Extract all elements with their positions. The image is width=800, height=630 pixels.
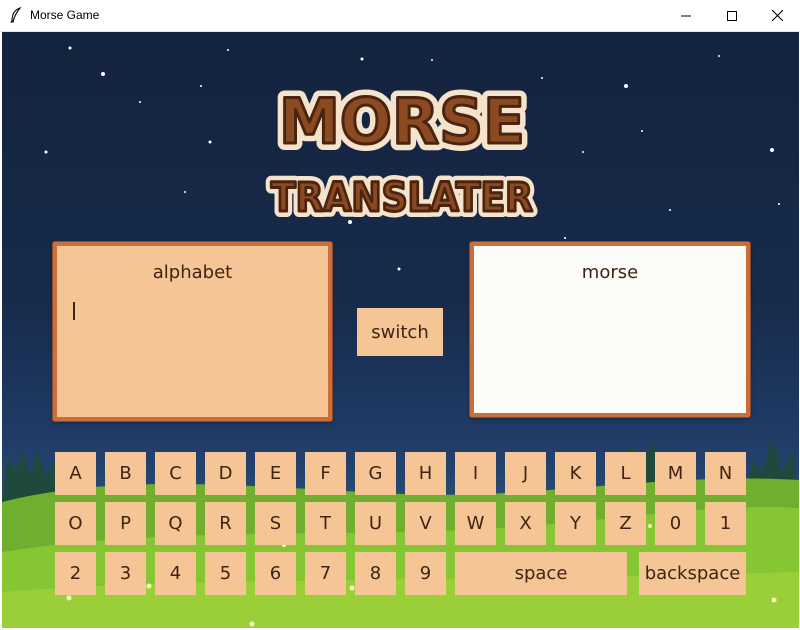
logo-line1: MORSE — [279, 85, 525, 158]
key-a[interactable]: A — [55, 452, 96, 495]
key-x[interactable]: X — [505, 502, 546, 545]
key-7[interactable]: 7 — [305, 552, 346, 595]
logo-line2: TRANSLATER — [271, 175, 533, 221]
space-key[interactable]: space — [455, 552, 627, 595]
key-c[interactable]: C — [155, 452, 196, 495]
text-cursor — [73, 302, 75, 320]
key-z[interactable]: Z — [605, 502, 646, 545]
key-f[interactable]: F — [305, 452, 346, 495]
alphabet-input-panel[interactable]: alphabet — [53, 242, 332, 421]
key-h[interactable]: H — [405, 452, 446, 495]
key-d[interactable]: D — [205, 452, 246, 495]
key-o[interactable]: O — [55, 502, 96, 545]
key-8[interactable]: 8 — [355, 552, 396, 595]
feather-icon — [10, 7, 22, 23]
key-1[interactable]: 1 — [705, 502, 746, 545]
switch-button[interactable]: switch — [357, 308, 443, 356]
key-g[interactable]: G — [355, 452, 396, 495]
maximize-button[interactable] — [709, 0, 755, 31]
key-t[interactable]: T — [305, 502, 346, 545]
minimize-icon — [681, 15, 691, 16]
backspace-key[interactable]: backspace — [639, 552, 746, 595]
key-j[interactable]: J — [505, 452, 546, 495]
key-5[interactable]: 5 — [205, 552, 246, 595]
key-m[interactable]: M — [655, 452, 696, 495]
key-k[interactable]: K — [555, 452, 596, 495]
key-v[interactable]: V — [405, 502, 446, 545]
key-2[interactable]: 2 — [55, 552, 96, 595]
key-b[interactable]: B — [105, 452, 146, 495]
key-y[interactable]: Y — [555, 502, 596, 545]
key-q[interactable]: Q — [155, 502, 196, 545]
maximize-icon — [727, 10, 737, 21]
morse-output-panel: morse — [470, 242, 750, 417]
key-0[interactable]: 0 — [655, 502, 696, 545]
night-scene: MORSE MORSE TRANSLATER TRANSLATER alphab… — [2, 32, 799, 628]
alphabet-panel-title: alphabet — [152, 262, 233, 283]
morse-translater-logo: MORSE MORSE TRANSLATER TRANSLATER — [265, 78, 539, 227]
key-s[interactable]: S — [255, 502, 296, 545]
close-icon — [771, 10, 783, 21]
title-bar: Morse Game — [0, 0, 800, 32]
close-button[interactable] — [754, 0, 800, 31]
key-i[interactable]: I — [455, 452, 496, 495]
key-4[interactable]: 4 — [155, 552, 196, 595]
key-e[interactable]: E — [255, 452, 296, 495]
key-r[interactable]: R — [205, 502, 246, 545]
app-window: Morse Game MORSE MORSE TRANSLATER TRANSL… — [0, 0, 800, 630]
minimize-button[interactable] — [663, 0, 709, 31]
key-3[interactable]: 3 — [105, 552, 146, 595]
key-u[interactable]: U — [355, 502, 396, 545]
window-title: Morse Game — [30, 8, 100, 22]
morse-panel-title: morse — [581, 262, 639, 283]
key-9[interactable]: 9 — [405, 552, 446, 595]
key-6[interactable]: 6 — [255, 552, 296, 595]
key-n[interactable]: N — [705, 452, 746, 495]
key-p[interactable]: P — [105, 502, 146, 545]
key-l[interactable]: L — [605, 452, 646, 495]
key-w[interactable]: W — [455, 502, 496, 545]
